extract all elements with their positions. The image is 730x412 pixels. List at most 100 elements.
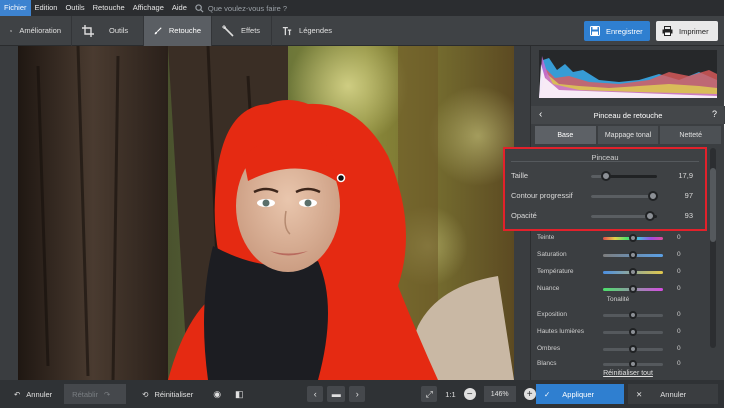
tab-effets[interactable]: Effets xyxy=(212,15,272,46)
next-image-button[interactable]: › xyxy=(349,386,366,402)
reset-label: Réinitialiser xyxy=(154,389,194,399)
slider-handle[interactable] xyxy=(629,311,637,319)
toolbar-actions: Enregistrer Imprimer xyxy=(584,16,724,46)
tab-amelioration[interactable]: Amélioration xyxy=(0,15,72,46)
zoom-out-icon[interactable]: − xyxy=(463,388,476,400)
tab-base[interactable]: Base xyxy=(535,126,596,144)
menu-retouche[interactable]: Retouche xyxy=(89,0,129,16)
slider-exposition-label: Exposition xyxy=(537,311,567,318)
slider-handle[interactable] xyxy=(629,360,637,367)
slider-blancs-label: Blancs xyxy=(537,360,557,367)
tab-outils[interactable]: Outils xyxy=(72,15,144,46)
back-arrow-icon[interactable]: ‹ xyxy=(539,109,542,120)
slider-contour-progressif[interactable]: Contour progressif 97 xyxy=(511,189,701,203)
brush-settings-box: Pinceau Taille 17,9 Contour progressif 9… xyxy=(503,147,707,231)
zoom-in-icon[interactable]: + xyxy=(523,388,536,400)
apply-label: Appliquer xyxy=(562,389,594,399)
slider-handle[interactable] xyxy=(629,328,637,336)
slider-ombres[interactable]: Ombres 0 xyxy=(537,342,705,356)
folder-icon[interactable]: ▬ xyxy=(327,386,346,402)
reset-all-link[interactable]: Réinitialiser tout xyxy=(531,370,725,377)
zoom-1to1-button[interactable]: 1:1 xyxy=(437,384,463,404)
slider-ombres-value: 0 xyxy=(677,345,681,352)
slider-handle[interactable] xyxy=(629,285,637,293)
slider-temperature-label: Température xyxy=(537,268,574,275)
main-toolbar: Amélioration Outils Retouche Effets Lége… xyxy=(0,15,724,46)
slider-nuance[interactable]: Nuance 0 xyxy=(537,282,705,296)
tab-retouche[interactable]: Retouche xyxy=(144,15,212,46)
portrait-photo xyxy=(18,46,514,380)
apply-button[interactable]: ✓ Appliquer xyxy=(536,384,624,404)
section-divider xyxy=(511,161,699,162)
menu-edition[interactable]: Edition xyxy=(31,0,62,16)
print-button[interactable]: Imprimer xyxy=(656,21,718,41)
slider-hautes-lumieres[interactable]: Hautes lumières 0 xyxy=(537,325,705,339)
slider-exposition[interactable]: Exposition 0 xyxy=(537,308,705,322)
slider-handle[interactable] xyxy=(629,345,637,353)
slider-opacite-value: 93 xyxy=(684,211,693,220)
brush-icon xyxy=(154,26,162,34)
compare-icon[interactable]: ◧ xyxy=(231,386,247,402)
save-icon xyxy=(590,26,600,36)
slider-teinte[interactable]: Teinte 0 xyxy=(537,231,705,245)
photo[interactable] xyxy=(18,46,514,380)
tab-mappage-tonal[interactable]: Mappage tonal xyxy=(597,126,659,144)
magic-wand-icon xyxy=(222,24,234,37)
fit-screen-icon[interactable]: ⤢ xyxy=(421,386,438,402)
reset-icon: ⟲ xyxy=(142,389,149,399)
slider-blancs-value: 0 xyxy=(677,360,681,367)
slider-saturation[interactable]: Saturation 0 xyxy=(537,248,705,262)
undo-button[interactable]: ↶ Annuler xyxy=(6,384,60,404)
image-canvas[interactable] xyxy=(0,46,530,380)
slider-hautes-lumieres-label: Hautes lumières xyxy=(537,328,584,335)
scrollbar-thumb[interactable] xyxy=(710,168,716,242)
reset-button[interactable]: ⟲ Réinitialiser xyxy=(134,384,201,404)
slider-handle[interactable] xyxy=(629,268,637,276)
eye-icon[interactable]: ◉ xyxy=(209,386,225,402)
slider-handle[interactable] xyxy=(645,211,655,221)
menu-outils[interactable]: Outils xyxy=(61,0,88,16)
slider-handle[interactable] xyxy=(648,191,658,201)
crop-icon xyxy=(82,24,94,37)
help-icon[interactable]: ? xyxy=(712,109,717,119)
menu-affichage[interactable]: Affichage xyxy=(129,0,168,16)
menu-aide[interactable]: Aide xyxy=(168,0,191,16)
slider-opacite[interactable]: Opacité 93 xyxy=(511,209,701,223)
slider-contour-label: Contour progressif xyxy=(511,191,573,200)
tab-legendes-label: Légendes xyxy=(299,26,332,35)
tonality-title: Tonalité xyxy=(606,296,630,303)
prev-image-button[interactable]: ‹ xyxy=(307,386,324,402)
slider-taille[interactable]: Taille 17,9 xyxy=(511,169,701,183)
tab-legendes[interactable]: Légendes xyxy=(272,16,342,46)
histogram xyxy=(539,50,717,98)
tab-nettete[interactable]: Netteté xyxy=(660,126,722,144)
redo-button[interactable]: Rétablir ↷ xyxy=(64,384,127,404)
menubar: Fichier Edition Outils Retouche Affichag… xyxy=(0,0,724,16)
sliders-icon xyxy=(10,29,13,32)
check-icon: ✓ xyxy=(544,389,551,399)
bottom-bar: ↶ Annuler Rétablir ↷ ⟲ Réinitialiser ◉ ◧… xyxy=(0,380,724,408)
save-button[interactable]: Enregistrer xyxy=(584,21,650,41)
menu-fichier[interactable]: Fichier xyxy=(0,0,31,16)
redo-label: Rétablir xyxy=(72,389,98,399)
slider-teinte-value: 0 xyxy=(677,234,681,241)
panel-scrollbar[interactable] xyxy=(710,148,716,348)
app-window: Fichier Edition Outils Retouche Affichag… xyxy=(0,0,730,412)
slider-saturation-value: 0 xyxy=(677,251,681,258)
slider-handle[interactable] xyxy=(629,251,637,259)
zoom-level[interactable]: 146% xyxy=(483,386,516,402)
search-box[interactable]: Que voulez-vous faire ? xyxy=(195,4,287,13)
slider-fill xyxy=(591,195,653,198)
slider-ombres-label: Ombres xyxy=(537,345,561,352)
cancel-label: Annuler xyxy=(660,389,687,399)
slider-blancs[interactable]: Blancs 0 xyxy=(537,357,705,367)
slider-handle[interactable] xyxy=(601,171,611,181)
search-icon xyxy=(195,3,204,13)
slider-temperature[interactable]: Température 0 xyxy=(537,265,705,279)
print-label: Imprimer xyxy=(679,26,709,36)
slider-handle[interactable] xyxy=(629,234,637,242)
undo-icon: ↶ xyxy=(14,389,21,399)
cancel-button[interactable]: ✕ Annuler xyxy=(628,384,718,404)
tab-amelioration-label: Amélioration xyxy=(19,26,61,35)
undo-label: Annuler xyxy=(26,389,53,399)
